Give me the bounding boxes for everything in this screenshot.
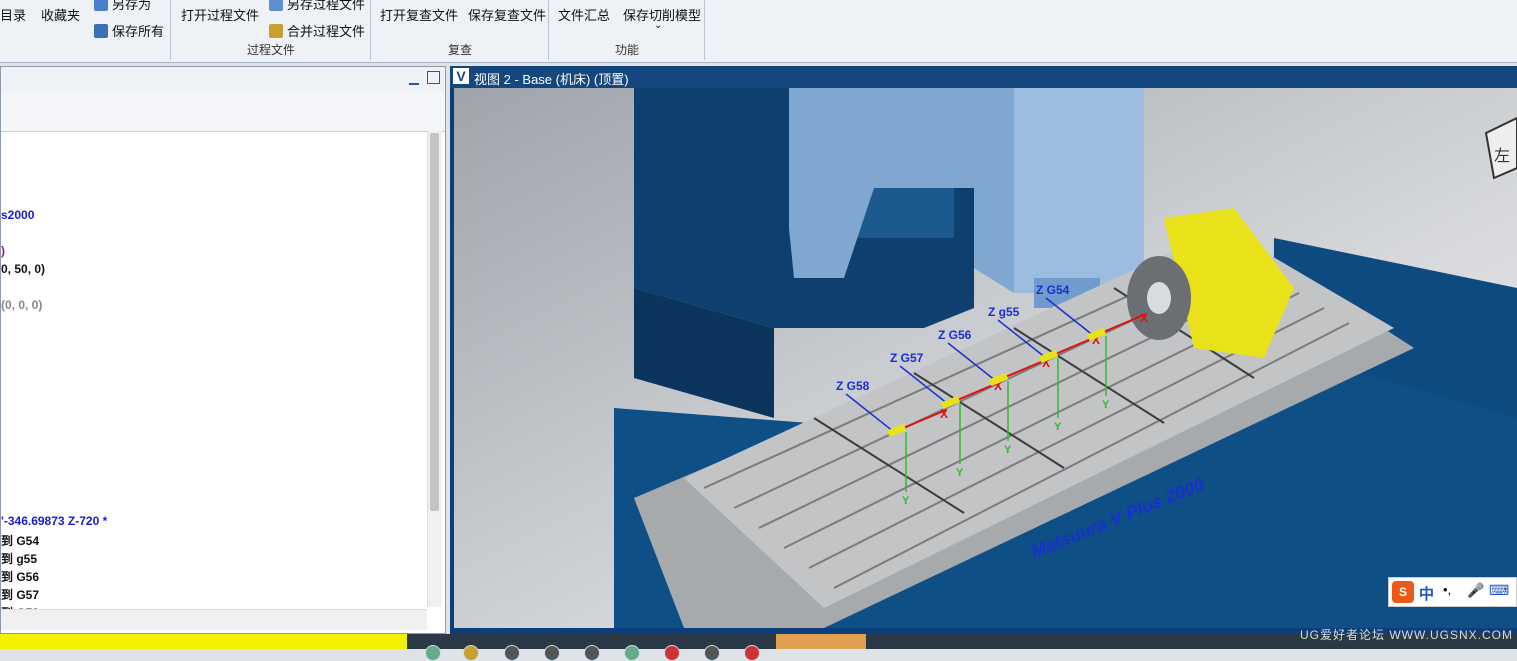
ime-logo-icon: S xyxy=(1392,581,1414,603)
group-label-review: 复查 xyxy=(447,43,472,57)
vericut-logo-icon: V xyxy=(453,68,469,84)
merge-process-icon xyxy=(269,24,283,38)
taskbar-icon[interactable] xyxy=(544,645,560,661)
taskbar xyxy=(0,634,1517,661)
taskbar-icon[interactable] xyxy=(744,645,760,661)
horizontal-scrollbar[interactable] xyxy=(1,609,427,630)
minimize-icon[interactable] xyxy=(409,73,419,85)
taskbar-icon[interactable] xyxy=(624,645,640,661)
ime-mode-label[interactable]: 中 xyxy=(1419,583,1434,604)
taskbar-icon[interactable] xyxy=(584,645,600,661)
y-axis-label: Y xyxy=(902,495,910,507)
view-cube-face: 左 xyxy=(1494,146,1510,165)
ribbon-group-files: 目录 收藏夹 另存为 保存所有 xyxy=(0,0,171,60)
tree-line[interactable]: 到 G57 xyxy=(1,586,39,603)
restore-icon[interactable] xyxy=(427,71,440,84)
y-axis-label: Y xyxy=(1054,421,1062,433)
csys-label: Z G56 xyxy=(938,328,972,342)
tree-line[interactable]: 到 G56 xyxy=(1,568,39,585)
tree-line[interactable]: ) xyxy=(1,244,5,258)
taskbar-icon[interactable] xyxy=(463,645,479,661)
y-axis-label: Y xyxy=(956,467,964,479)
save-all-label: 保存所有 xyxy=(112,24,165,39)
y-axis-label: Y xyxy=(1102,399,1110,411)
csys-label: Z G54 xyxy=(1036,283,1070,297)
microphone-icon[interactable]: 🎤 xyxy=(1467,582,1484,599)
ribbon-toolbar: 目录 收藏夹 另存为 保存所有 打开过程文件 另存过程文件 合并过程文件 过程文… xyxy=(0,0,1517,63)
panel-toolbar xyxy=(1,91,445,132)
group-label-function: 功能 xyxy=(614,43,639,57)
3d-viewport[interactable]: V 视图 2 - Base (机床) (顶置) Z G58 X Y Z G57 … xyxy=(450,66,1517,634)
x-axis-label: X xyxy=(1140,311,1148,325)
taskbar-active-item[interactable] xyxy=(776,634,866,649)
ribbon-group-review: 打开复查文件 保存复查文件 复查 xyxy=(372,0,549,60)
viewport-title-bar: V 视图 2 - Base (机床) (顶置) xyxy=(450,66,1517,88)
save-as-label: 另存为 xyxy=(112,0,152,12)
save-process-icon xyxy=(269,0,283,11)
tree-line[interactable]: 到 G54 xyxy=(1,532,39,549)
taskbar-icon[interactable] xyxy=(504,645,520,661)
keyboard-icon[interactable]: ⌨ xyxy=(1489,582,1509,599)
csys-label: Z G57 xyxy=(890,351,924,365)
tree-line[interactable]: '-346.69873 Z-720 * xyxy=(1,514,107,528)
viewport-title: 视图 2 - Base (机床) (顶置) xyxy=(474,72,629,87)
tree-line[interactable]: s2000 xyxy=(1,208,34,222)
machine-scene[interactable]: Z G58XYZ G57XYZ G56XYZ g55XYZ G54XY Mats… xyxy=(454,88,1517,628)
chuck-center xyxy=(1147,282,1171,314)
save-all-button[interactable]: 保存所有 xyxy=(94,21,164,40)
open-process-button[interactable]: 打开过程文件 xyxy=(181,5,259,24)
ribbon-group-function: 文件汇总 保存切削模型 ⌄ 功能 xyxy=(550,0,705,60)
taskbar-highlight xyxy=(0,634,407,649)
chevron-down-icon[interactable]: ⌄ xyxy=(654,20,662,31)
file-summary-button[interactable]: 文件汇总 xyxy=(558,5,610,24)
save-all-icon xyxy=(94,24,108,38)
spindle-housing xyxy=(1014,88,1144,293)
y-axis-label: Y xyxy=(1004,444,1012,456)
save-review-button[interactable]: 保存复查文件 xyxy=(468,5,546,24)
group-label-process: 过程文件 xyxy=(246,43,295,57)
project-tree-panel: s2000) 0, 50, 0) (0, 0, 0) '-346.69873 Z-72… xyxy=(0,66,446,634)
merge-process-label: 合并过程文件 xyxy=(287,24,366,39)
csys-label: Z g55 xyxy=(988,305,1020,319)
tree-line[interactable]: 0, 50, 0) xyxy=(1,262,45,276)
save-as-button[interactable]: 另存为 xyxy=(94,0,151,13)
csys-label: Z G58 xyxy=(836,379,870,393)
watermark: UG爱好者论坛 WWW.UGSNX.COM xyxy=(1300,628,1513,642)
taskbar-icon[interactable] xyxy=(425,645,441,661)
tree-line[interactable]: 到 g55 xyxy=(1,550,37,567)
punctuation-icon[interactable]: •, xyxy=(1443,582,1451,597)
taskbar-icon[interactable] xyxy=(704,645,720,661)
panel-header xyxy=(1,67,445,92)
scroll-thumb[interactable] xyxy=(430,133,439,511)
tree-line[interactable]: (0, 0, 0) xyxy=(1,298,42,312)
open-review-button[interactable]: 打开复查文件 xyxy=(380,5,458,24)
catalog-button[interactable]: 目录 xyxy=(0,5,26,24)
save-process-as-label: 另存过程文件 xyxy=(287,0,366,12)
save-process-as-button[interactable]: 另存过程文件 xyxy=(269,0,365,13)
x-axis-label: X xyxy=(940,407,948,421)
save-as-icon xyxy=(94,0,108,11)
ribbon-group-process: 打开过程文件 另存过程文件 合并过程文件 过程文件 xyxy=(172,0,371,60)
ime-toolbar[interactable]: S 中 •, 🎤 ⌨ xyxy=(1388,577,1517,607)
vertical-scrollbar[interactable] xyxy=(427,131,442,607)
taskbar-icon[interactable] xyxy=(664,645,680,661)
favorites-button[interactable]: 收藏夹 xyxy=(41,5,80,24)
merge-process-button[interactable]: 合并过程文件 xyxy=(269,21,365,40)
